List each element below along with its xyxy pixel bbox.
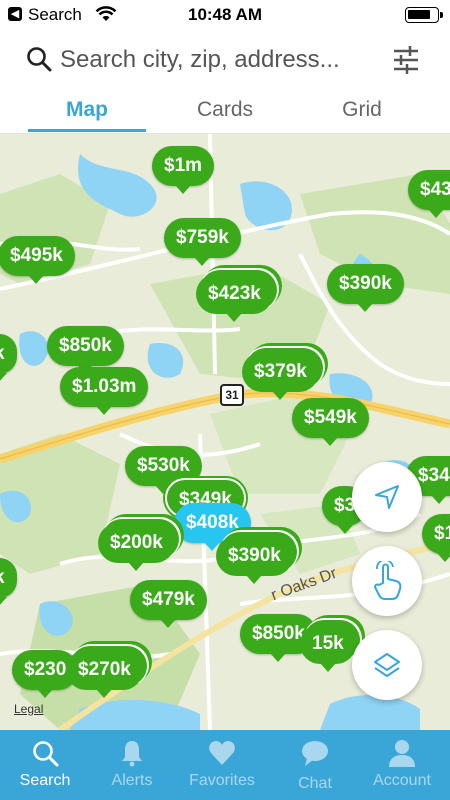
- search-input[interactable]: [60, 43, 380, 77]
- bottom-tab-bar: Search Alerts Favorites Chat Account: [0, 730, 450, 800]
- locate-me-button[interactable]: [352, 462, 422, 532]
- tabbar-label: Favorites: [189, 772, 255, 789]
- tabbar-label: Search: [19, 772, 71, 789]
- price-pin[interactable]: $390k: [327, 264, 404, 312]
- tabbar-label: Account: [373, 772, 431, 789]
- price-pin[interactable]: $479k: [130, 580, 207, 628]
- map-layers-button[interactable]: [352, 630, 422, 700]
- map-view[interactable]: 31 r Oaks Dr $1m $43 $495k $759k $423k $…: [0, 134, 450, 730]
- tabbar-account[interactable]: Account: [357, 730, 447, 800]
- tab-cards[interactable]: Cards: [165, 98, 285, 122]
- layers-icon: [374, 653, 400, 677]
- tabbar-search[interactable]: Search: [0, 730, 90, 800]
- price-pin-cluster[interactable]: $270k: [66, 650, 143, 698]
- search-icon: [27, 47, 52, 72]
- price-pin-cluster[interactable]: $390k: [216, 536, 293, 584]
- price-pin[interactable]: $850k: [47, 326, 124, 374]
- navigation-arrow-icon: [375, 485, 399, 509]
- chat-icon: [302, 741, 328, 766]
- heart-icon: [209, 741, 235, 765]
- price-pin[interactable]: $759k: [164, 218, 241, 266]
- hand-draw-icon: [374, 561, 402, 600]
- tab-grid[interactable]: Grid: [302, 98, 422, 122]
- tab-map[interactable]: Map: [27, 98, 147, 122]
- active-tab-indicator: [28, 129, 146, 132]
- price-pin[interactable]: $1m: [152, 146, 215, 194]
- bell-icon: [122, 741, 142, 767]
- tabbar-label: Chat: [298, 775, 332, 792]
- price-pin[interactable]: $495k: [0, 236, 75, 284]
- status-bar: ◀ Search 10:48 AM: [0, 0, 450, 30]
- price-pin-cluster[interactable]: 15k: [300, 624, 356, 672]
- filter-sliders-icon[interactable]: [392, 44, 420, 76]
- price-pin-cluster[interactable]: $379k: [242, 352, 319, 400]
- price-pin[interactable]: $549k: [292, 398, 369, 446]
- battery-icon: [405, 7, 439, 23]
- price-pin-cluster[interactable]: $423k: [196, 274, 273, 322]
- battery-cap: [440, 12, 443, 18]
- search-icon: [33, 741, 59, 767]
- legal-link[interactable]: Legal: [14, 702, 43, 716]
- draw-area-button[interactable]: [352, 546, 422, 616]
- tabbar-alerts[interactable]: Alerts: [87, 730, 177, 800]
- tabbar-favorites[interactable]: Favorites: [177, 730, 267, 800]
- tabbar-label: Alerts: [111, 772, 153, 789]
- tabbar-chat[interactable]: Chat: [270, 730, 360, 800]
- price-pin-cluster[interactable]: $200k: [98, 523, 175, 571]
- highway-shield: 31: [220, 384, 244, 406]
- price-pin[interactable]: $43: [408, 170, 450, 218]
- search-bar: [0, 30, 450, 90]
- clock: 10:48 AM: [187, 5, 262, 24]
- account-icon: [389, 740, 415, 767]
- price-pin[interactable]: $1.03m: [60, 367, 149, 415]
- view-tabs: Map Cards Grid: [0, 90, 450, 134]
